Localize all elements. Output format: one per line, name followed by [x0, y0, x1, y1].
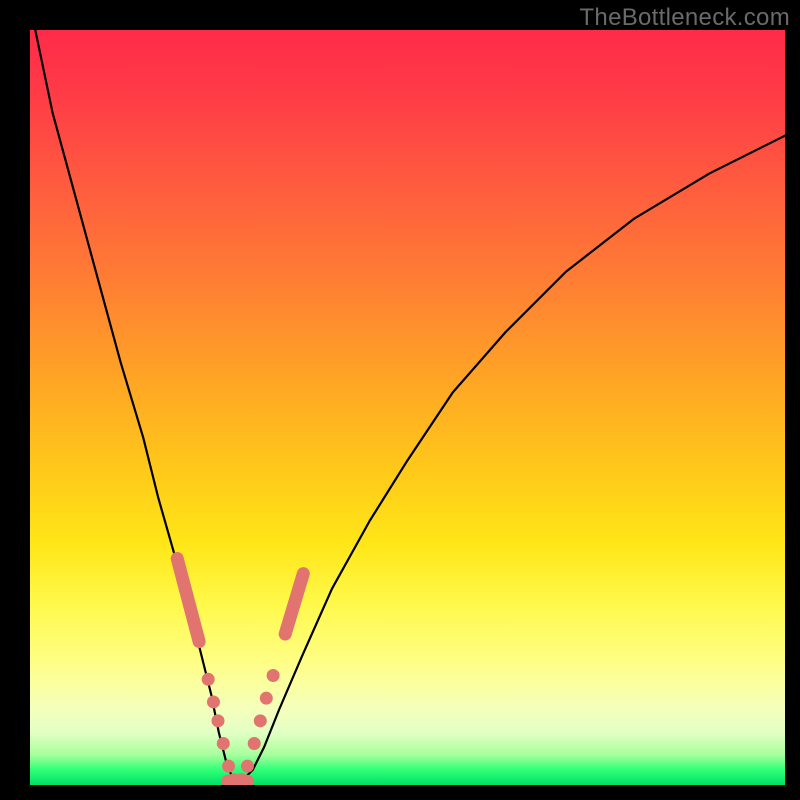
plot-area	[30, 30, 785, 785]
curve-marker	[212, 714, 225, 727]
curve-marker	[202, 673, 215, 686]
watermark-text: TheBottleneck.com	[579, 4, 790, 32]
bottleneck-curve	[35, 30, 785, 781]
curve-marker-capsule	[177, 559, 199, 642]
bottleneck-curve-svg	[30, 30, 785, 785]
curve-marker	[267, 669, 280, 682]
marker-group	[177, 559, 303, 786]
curve-marker	[260, 692, 273, 705]
chart-frame: TheBottleneck.com	[0, 0, 800, 800]
curve-marker	[254, 714, 267, 727]
curve-marker	[207, 695, 220, 708]
curve-marker	[217, 737, 230, 750]
curve-marker	[248, 737, 261, 750]
curve-marker-capsule	[285, 574, 303, 634]
curve-marker	[241, 760, 254, 773]
curve-marker	[222, 760, 235, 773]
